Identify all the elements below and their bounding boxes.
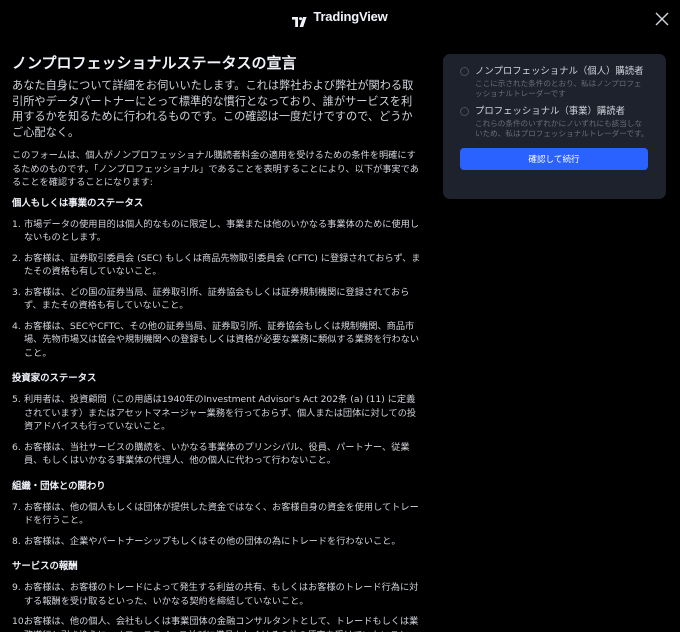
condition-item: 10. お客様は、他の個人、会社もしくは事業団体の金融コンサルタントとして、トレー…	[12, 616, 419, 632]
close-button[interactable]	[654, 11, 670, 27]
condition-item: 2. お客様は、証券取引委員会 (SEC) もしくは商品先物取引委員会 (CFTC…	[12, 252, 421, 278]
radio-unchecked-icon[interactable]	[460, 107, 469, 117]
condition-item: 5. 利用者は、投資顧問（この用語は1940年のInvestment Adviso…	[12, 394, 417, 432]
section-heading-compensation: サービスの報酬	[12, 561, 78, 572]
subscriber-type-panel: ノンプロフェッショナル（個人）購読者 ここに示された条件のとおり、私はノンプロフ…	[443, 54, 666, 199]
page-title: ノンプロフェッショナルステータスの宣言	[12, 54, 297, 72]
condition-item: 4. お客様は、SECやCFTC、その他の証券当局、証券取引所、証券協会もしくは規…	[12, 320, 420, 359]
form-note: このフォームは、個人がノンプロフェッショナル購読者料金の適用を受けるための条件を…	[12, 150, 419, 188]
tradingview-logo-icon	[292, 12, 308, 27]
condition-item: 1. 市場データの使用目的は個人的なものに限定し、事業または他のいかなる事業体のた…	[12, 218, 420, 244]
section-heading-organization: 組織・団体との関わり	[12, 480, 106, 492]
close-icon[interactable]	[654, 11, 670, 27]
radio-unchecked-icon[interactable]	[460, 67, 469, 76]
condition-item: 7. お客様は、他の個人もしくは団体が提供した資金ではなく、お客様自身の資金を使用…	[12, 501, 419, 527]
option-non-professional[interactable]: ノンプロフェッショナル（個人）購読者 ここに示された条件のとおり、私はノンプロフ…	[460, 65, 649, 98]
option-description: ここに示された条件のとおり、私はノンプロフェッショナルトレーダーです	[475, 79, 642, 98]
option-title: プロフェッショナル（事業）購読者	[475, 106, 626, 118]
tradingview-logo: TradingView	[0, 9, 680, 27]
condition-item: 9. お客様は、お客様のトレードによって発生する利益の共有、もしくはお客様のトレー…	[12, 582, 419, 607]
condition-item: 8. お客様は、企業やパートナーシップもしくはその他の団体の為にトレードを行わない…	[12, 535, 401, 547]
logo-text: TradingView	[313, 9, 388, 24]
condition-list: 7. お客様は、他の個人もしくは団体が提供した資金ではなく、お客様自身の資金を使用…	[12, 501, 422, 549]
condition-item: 3. お客様は、どの国の証券当局、証券取引所、証券協会もしくは証券規制機関に登録さ…	[12, 286, 410, 312]
declaration-content: ノンプロフェッショナルステータスの宣言 あなた自身について詳細をお伺いいたします…	[12, 52, 422, 632]
condition-item: 6. お客様は、当社サービスの購読を、いかなる事業体のプリンシパル、役員、パートナ…	[12, 441, 410, 467]
intro-text: あなた自身について詳細をお伺いいたします。これは弊社および弊社が関わる取引所やデ…	[12, 79, 414, 139]
option-title: ノンプロフェッショナル（個人）購読者	[475, 66, 644, 77]
section-heading-individual-status: 個人もしくは事業のステータス	[12, 197, 144, 209]
condition-list: 9. お客様は、お客様のトレードによって発生する利益の共有、もしくはお客様のトレー…	[12, 581, 422, 632]
section-heading-investor-status: 投資家のステータス	[12, 373, 97, 384]
condition-list: 5. 利用者は、投資顧問（この用語は1940年のInvestment Adviso…	[12, 393, 422, 468]
condition-list: 1. 市場データの使用目的は個人的なものに限定し、事業または他のいかなる事業体のた…	[12, 218, 422, 361]
option-professional[interactable]: プロフェッショナル（事業）購読者 これらの条件のいずれかにノいずれにも該当しない…	[460, 105, 649, 138]
confirm-continue-button[interactable]: 確認して続行	[460, 148, 648, 171]
option-description: これらの条件のいずれかにノいずれにも該当しないため、私はプロフェッショナルトレー…	[475, 119, 649, 138]
modal-page: TradingView ノンプロフェッショナルステータスの宣言 あなた自身につい…	[0, 0, 680, 632]
